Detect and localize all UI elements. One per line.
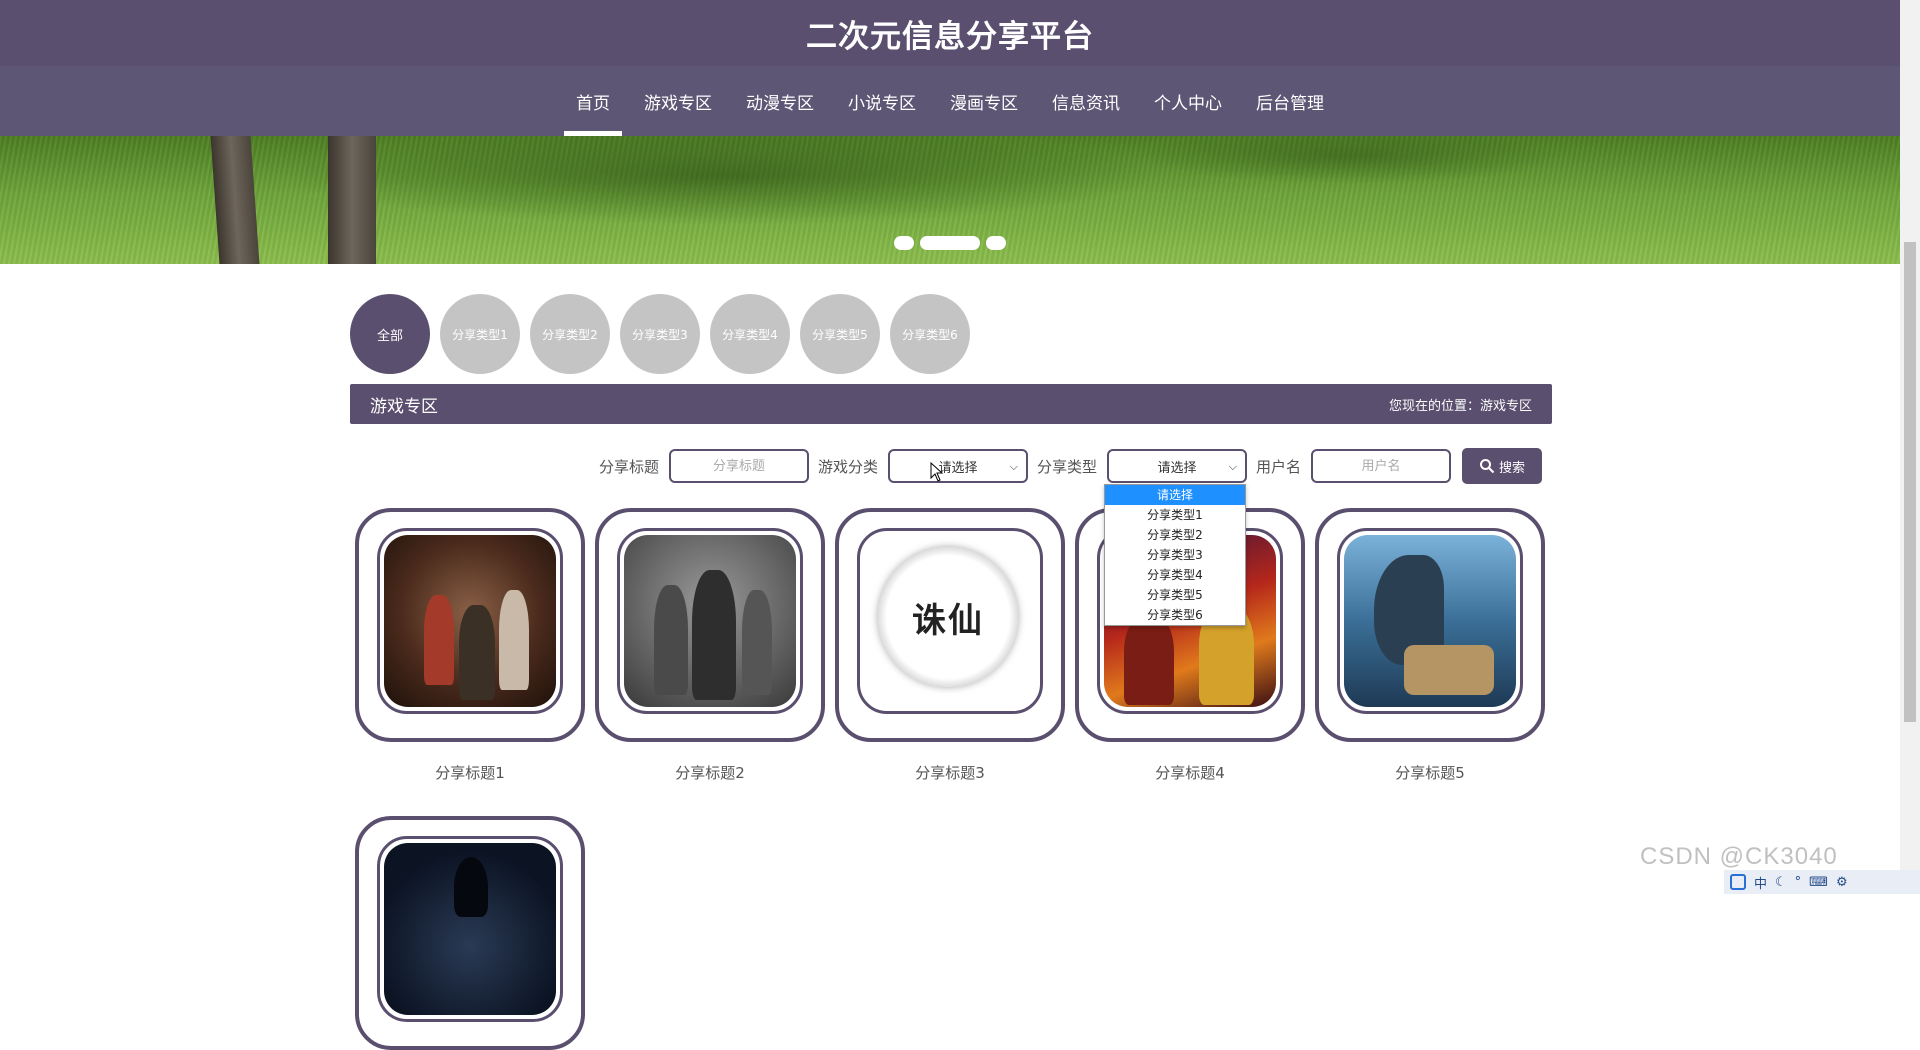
category-share-type-4[interactable]: 分享类型4 — [710, 294, 790, 374]
share-type-select[interactable]: 请选择 ⌵ — [1106, 449, 1247, 483]
scrollbar-thumb[interactable] — [1904, 242, 1916, 722]
keyboard-icon[interactable]: ⌨ — [1809, 875, 1828, 890]
dropdown-option[interactable]: 分享类型6 — [1105, 605, 1245, 625]
nav-item-news[interactable]: 信息资讯 — [1035, 66, 1137, 136]
card-image-frame — [377, 528, 563, 714]
nav-item-comic-zone[interactable]: 漫画专区 — [933, 66, 1035, 136]
dropdown-option[interactable]: 分享类型4 — [1105, 565, 1245, 585]
card-image — [384, 843, 556, 1015]
nav-item-game-zone[interactable]: 游戏专区 — [627, 66, 729, 136]
title-label: 分享标题 — [598, 457, 659, 476]
carousel-dots — [0, 236, 1900, 250]
game-logo-emblem: 诛仙 — [878, 547, 1018, 687]
share-type-dropdown: 请选择 分享类型1 分享类型2 分享类型3 分享类型4 分享类型5 分享类型6 — [1104, 484, 1246, 626]
search-button-label: 搜索 — [1498, 460, 1525, 476]
card-image — [1344, 535, 1516, 707]
category-all[interactable]: 全部 — [350, 294, 430, 374]
card-title: 分享标题1 — [435, 764, 505, 782]
section-header: 游戏专区 您现在的位置：游戏专区 — [350, 384, 1552, 424]
card-image — [624, 535, 796, 707]
category-share-type-5[interactable]: 分享类型5 — [800, 294, 880, 374]
chevron-down-icon: ⌵ — [1009, 460, 1018, 473]
card-image-frame — [377, 836, 563, 1022]
game-logo-text: 诛仙 — [912, 600, 984, 641]
chevron-down-icon: ⌵ — [1228, 460, 1237, 473]
carousel-dot-active[interactable] — [920, 236, 980, 250]
share-type-label: 分享类型 — [1036, 457, 1097, 476]
card-title: 分享标题3 — [915, 764, 985, 782]
punctuation-icon[interactable]: ° — [1795, 875, 1802, 890]
carousel-dot[interactable] — [894, 236, 914, 250]
search-icon — [1479, 459, 1495, 474]
ime-mode-indicator[interactable]: 中 — [1754, 873, 1767, 892]
nav-item-home[interactable]: 首页 — [559, 66, 627, 136]
game-category-label: 游戏分类 — [817, 457, 878, 476]
share-type-value: 请选择 — [1157, 460, 1197, 476]
breadcrumb: 您现在的位置：游戏专区 — [1388, 398, 1532, 414]
username-label: 用户名 — [1255, 457, 1301, 476]
page-scrollbar[interactable] — [1900, 0, 1920, 894]
main-nav: 首页 游戏专区 动漫专区 小说专区 漫画专区 信息资讯 个人中心 后台管理 — [0, 66, 1900, 136]
card-title: 分享标题2 — [675, 764, 745, 782]
share-card[interactable]: 分享标题2 — [595, 508, 825, 782]
card-title: 分享标题4 — [1155, 764, 1225, 782]
mouse-cursor-icon — [930, 462, 944, 482]
username-search-input[interactable] — [1311, 449, 1451, 483]
banner-carousel[interactable] — [0, 136, 1900, 264]
title-search-input[interactable] — [668, 449, 809, 483]
dropdown-option[interactable]: 分享类型5 — [1105, 585, 1245, 605]
category-share-type-1[interactable]: 分享类型1 — [440, 294, 520, 374]
dropdown-option[interactable]: 分享类型3 — [1105, 545, 1245, 565]
share-card[interactable]: 诛仙 分享标题3 — [835, 508, 1065, 782]
card-image-frame — [617, 528, 803, 714]
card-image — [384, 535, 556, 707]
category-filter: 全部 分享类型1 分享类型2 分享类型3 分享类型4 分享类型5 分享类型6 — [350, 294, 970, 374]
search-bar: 分享标题 游戏分类 请选择 ⌵ 分享类型 请选择 ⌵ 用户名 搜索 — [350, 448, 1542, 484]
dropdown-option[interactable]: 分享类型2 — [1105, 525, 1245, 545]
nav-item-user-center[interactable]: 个人中心 — [1137, 66, 1239, 136]
site-header: 二次元信息分享平台 — [0, 0, 1900, 66]
nav-item-admin[interactable]: 后台管理 — [1239, 66, 1341, 136]
nav-item-novel-zone[interactable]: 小说专区 — [831, 66, 933, 136]
carousel-dot[interactable] — [986, 236, 1006, 250]
dropdown-option[interactable]: 请选择 — [1105, 485, 1245, 505]
nav-item-anime-zone[interactable]: 动漫专区 — [729, 66, 831, 136]
site-title: 二次元信息分享平台 — [806, 18, 1094, 55]
category-share-type-6[interactable]: 分享类型6 — [890, 294, 970, 374]
game-category-value: 请选择 — [938, 460, 978, 476]
moon-icon[interactable]: ☾ — [1775, 875, 1787, 890]
card-image: 诛仙 — [864, 535, 1036, 707]
section-title: 游戏专区 — [370, 396, 438, 417]
card-image-frame — [1337, 528, 1523, 714]
category-share-type-2[interactable]: 分享类型2 — [530, 294, 610, 374]
game-category-select[interactable]: 请选择 ⌵ — [887, 449, 1028, 483]
share-card[interactable]: 分享标题1 — [355, 508, 585, 782]
card-image-frame: 诛仙 — [857, 528, 1043, 714]
ime-logo-icon[interactable] — [1730, 874, 1746, 890]
settings-icon[interactable]: ⚙ — [1836, 875, 1848, 890]
share-card[interactable]: 分享标题5 — [1315, 508, 1545, 782]
share-card[interactable] — [355, 816, 585, 1050]
dropdown-option[interactable]: 分享类型1 — [1105, 505, 1245, 525]
search-button[interactable]: 搜索 — [1462, 448, 1542, 484]
card-title: 分享标题5 — [1395, 764, 1465, 782]
category-share-type-3[interactable]: 分享类型3 — [620, 294, 700, 374]
watermark: CSDN @CK3040 — [1640, 843, 1838, 870]
system-tray: 中 ☾ ° ⌨ ⚙ — [1724, 870, 1920, 894]
